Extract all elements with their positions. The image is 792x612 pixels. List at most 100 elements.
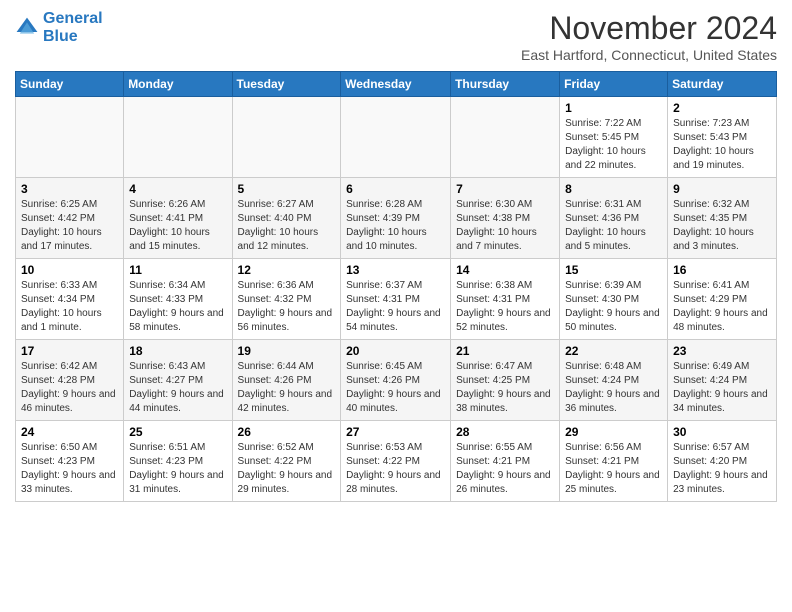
day-number: 28 bbox=[456, 425, 554, 439]
day-cell: 11 Sunrise: 6:34 AM Sunset: 4:33 PM Dayli… bbox=[124, 259, 232, 340]
day-cell: 26 Sunrise: 6:52 AM Sunset: 4:22 PM Dayli… bbox=[232, 421, 341, 502]
day-cell: 17Sunrise: 6:42 AM Sunset: 4:28 PM Dayli… bbox=[16, 340, 124, 421]
column-header-friday: Friday bbox=[560, 72, 668, 97]
day-number: 24 bbox=[21, 425, 118, 439]
day-info: Sunrise: 6:27 AM Sunset: 4:40 PM Dayligh… bbox=[238, 198, 336, 254]
column-header-tuesday: Tuesday bbox=[232, 72, 341, 97]
day-cell: 4Sunrise: 6:26 AM Sunset: 4:41 PM Daylig… bbox=[124, 178, 232, 259]
column-header-saturday: Saturday bbox=[668, 72, 777, 97]
day-info: Sunrise: 7:22 AM Sunset: 5:45 PM Dayligh… bbox=[565, 117, 662, 173]
day-number: 16 bbox=[673, 263, 771, 277]
day-cell bbox=[16, 97, 124, 178]
month-title: November 2024 bbox=[521, 10, 777, 47]
title-section: November 2024 East Hartford, Connecticut… bbox=[521, 10, 777, 63]
day-info: Sunrise: 6:39 AM Sunset: 4:30 PM Dayligh… bbox=[565, 279, 662, 335]
day-number: 8 bbox=[565, 182, 662, 196]
week-row-3: 10 Sunrise: 6:33 AM Sunset: 4:34 PM Dayli… bbox=[16, 259, 777, 340]
day-info: Sunrise: 6:56 AM Sunset: 4:21 PM Dayligh… bbox=[565, 441, 662, 497]
day-cell bbox=[232, 97, 341, 178]
day-info: Sunrise: 6:30 AM Sunset: 4:38 PM Dayligh… bbox=[456, 198, 554, 254]
day-cell: 24 Sunrise: 6:50 AM Sunset: 4:23 PM Dayli… bbox=[16, 421, 124, 502]
day-number: 26 bbox=[238, 425, 336, 439]
day-number: 12 bbox=[238, 263, 336, 277]
day-info: Sunrise: 6:38 AM Sunset: 4:31 PM Dayligh… bbox=[456, 279, 554, 335]
day-number: 13 bbox=[346, 263, 445, 277]
day-info: Sunrise: 6:51 AM Sunset: 4:23 PM Dayligh… bbox=[129, 441, 226, 497]
day-info: Sunrise: 6:41 AM Sunset: 4:29 PM Dayligh… bbox=[673, 279, 771, 335]
day-info: Sunrise: 7:23 AM Sunset: 5:43 PM Dayligh… bbox=[673, 117, 771, 173]
day-info: Sunrise: 6:43 AM Sunset: 4:27 PM Dayligh… bbox=[129, 360, 226, 416]
day-cell: 21Sunrise: 6:47 AM Sunset: 4:25 PM Dayli… bbox=[451, 340, 560, 421]
day-number: 11 bbox=[129, 263, 226, 277]
day-cell: 3 Sunrise: 6:25 AM Sunset: 4:42 PM Daylig… bbox=[16, 178, 124, 259]
day-info: Sunrise: 6:26 AM Sunset: 4:41 PM Dayligh… bbox=[129, 198, 226, 254]
day-info: Sunrise: 6:28 AM Sunset: 4:39 PM Dayligh… bbox=[346, 198, 445, 254]
day-cell bbox=[451, 97, 560, 178]
day-number: 2 bbox=[673, 101, 771, 115]
day-cell: 13 Sunrise: 6:37 AM Sunset: 4:31 PM Dayli… bbox=[341, 259, 451, 340]
column-header-wednesday: Wednesday bbox=[341, 72, 451, 97]
day-number: 10 bbox=[21, 263, 118, 277]
day-cell: 19Sunrise: 6:44 AM Sunset: 4:26 PM Dayli… bbox=[232, 340, 341, 421]
day-cell: 22Sunrise: 6:48 AM Sunset: 4:24 PM Dayli… bbox=[560, 340, 668, 421]
day-cell: 25 Sunrise: 6:51 AM Sunset: 4:23 PM Dayli… bbox=[124, 421, 232, 502]
day-info: Sunrise: 6:53 AM Sunset: 4:22 PM Dayligh… bbox=[346, 441, 445, 497]
day-info: Sunrise: 6:49 AM Sunset: 4:24 PM Dayligh… bbox=[673, 360, 771, 416]
day-info: Sunrise: 6:31 AM Sunset: 4:36 PM Dayligh… bbox=[565, 198, 662, 254]
day-cell: 2 Sunrise: 7:23 AM Sunset: 5:43 PM Daylig… bbox=[668, 97, 777, 178]
day-info: Sunrise: 6:34 AM Sunset: 4:33 PM Dayligh… bbox=[129, 279, 226, 335]
day-cell: 30 Sunrise: 6:57 AM Sunset: 4:20 PM Dayli… bbox=[668, 421, 777, 502]
day-info: Sunrise: 6:47 AM Sunset: 4:25 PM Dayligh… bbox=[456, 360, 554, 416]
day-number: 25 bbox=[129, 425, 226, 439]
day-cell: 1Sunrise: 7:22 AM Sunset: 5:45 PM Daylig… bbox=[560, 97, 668, 178]
day-info: Sunrise: 6:37 AM Sunset: 4:31 PM Dayligh… bbox=[346, 279, 445, 335]
day-number: 23 bbox=[673, 344, 771, 358]
day-number: 18 bbox=[129, 344, 226, 358]
day-info: Sunrise: 6:50 AM Sunset: 4:23 PM Dayligh… bbox=[21, 441, 118, 497]
day-cell: 28Sunrise: 6:55 AM Sunset: 4:21 PM Dayli… bbox=[451, 421, 560, 502]
column-header-sunday: Sunday bbox=[16, 72, 124, 97]
day-number: 5 bbox=[238, 182, 336, 196]
header-row: SundayMondayTuesdayWednesdayThursdayFrid… bbox=[16, 72, 777, 97]
day-cell: 18 Sunrise: 6:43 AM Sunset: 4:27 PM Dayli… bbox=[124, 340, 232, 421]
week-row-1: 1Sunrise: 7:22 AM Sunset: 5:45 PM Daylig… bbox=[16, 97, 777, 178]
day-info: Sunrise: 6:57 AM Sunset: 4:20 PM Dayligh… bbox=[673, 441, 771, 497]
day-number: 20 bbox=[346, 344, 445, 358]
day-number: 3 bbox=[21, 182, 118, 196]
day-cell: 15Sunrise: 6:39 AM Sunset: 4:30 PM Dayli… bbox=[560, 259, 668, 340]
day-info: Sunrise: 6:52 AM Sunset: 4:22 PM Dayligh… bbox=[238, 441, 336, 497]
day-number: 7 bbox=[456, 182, 554, 196]
logo-line2: Blue bbox=[43, 28, 78, 45]
column-header-monday: Monday bbox=[124, 72, 232, 97]
day-cell: 20 Sunrise: 6:45 AM Sunset: 4:26 PM Dayli… bbox=[341, 340, 451, 421]
calendar-header: SundayMondayTuesdayWednesdayThursdayFrid… bbox=[16, 72, 777, 97]
day-info: Sunrise: 6:33 AM Sunset: 4:34 PM Dayligh… bbox=[21, 279, 118, 335]
day-cell: 12 Sunrise: 6:36 AM Sunset: 4:32 PM Dayli… bbox=[232, 259, 341, 340]
week-row-5: 24 Sunrise: 6:50 AM Sunset: 4:23 PM Dayli… bbox=[16, 421, 777, 502]
week-row-4: 17Sunrise: 6:42 AM Sunset: 4:28 PM Dayli… bbox=[16, 340, 777, 421]
day-cell: 9Sunrise: 6:32 AM Sunset: 4:35 PM Daylig… bbox=[668, 178, 777, 259]
logo: General Blue bbox=[15, 10, 103, 45]
day-number: 9 bbox=[673, 182, 771, 196]
logo-text: General Blue bbox=[43, 10, 103, 45]
day-cell: 6Sunrise: 6:28 AM Sunset: 4:39 PM Daylig… bbox=[341, 178, 451, 259]
day-cell: 8 Sunrise: 6:31 AM Sunset: 4:36 PM Daylig… bbox=[560, 178, 668, 259]
day-info: Sunrise: 6:48 AM Sunset: 4:24 PM Dayligh… bbox=[565, 360, 662, 416]
day-info: Sunrise: 6:36 AM Sunset: 4:32 PM Dayligh… bbox=[238, 279, 336, 335]
logo-icon bbox=[15, 16, 39, 40]
day-number: 27 bbox=[346, 425, 445, 439]
day-cell bbox=[124, 97, 232, 178]
day-number: 30 bbox=[673, 425, 771, 439]
day-info: Sunrise: 6:44 AM Sunset: 4:26 PM Dayligh… bbox=[238, 360, 336, 416]
day-cell: 5 Sunrise: 6:27 AM Sunset: 4:40 PM Daylig… bbox=[232, 178, 341, 259]
day-info: Sunrise: 6:25 AM Sunset: 4:42 PM Dayligh… bbox=[21, 198, 118, 254]
page-header: General Blue November 2024 East Hartford… bbox=[15, 10, 777, 63]
column-header-thursday: Thursday bbox=[451, 72, 560, 97]
day-cell: 7 Sunrise: 6:30 AM Sunset: 4:38 PM Daylig… bbox=[451, 178, 560, 259]
day-info: Sunrise: 6:45 AM Sunset: 4:26 PM Dayligh… bbox=[346, 360, 445, 416]
day-cell: 23 Sunrise: 6:49 AM Sunset: 4:24 PM Dayli… bbox=[668, 340, 777, 421]
week-row-2: 3 Sunrise: 6:25 AM Sunset: 4:42 PM Daylig… bbox=[16, 178, 777, 259]
day-number: 29 bbox=[565, 425, 662, 439]
day-cell: 14Sunrise: 6:38 AM Sunset: 4:31 PM Dayli… bbox=[451, 259, 560, 340]
day-info: Sunrise: 6:42 AM Sunset: 4:28 PM Dayligh… bbox=[21, 360, 118, 416]
